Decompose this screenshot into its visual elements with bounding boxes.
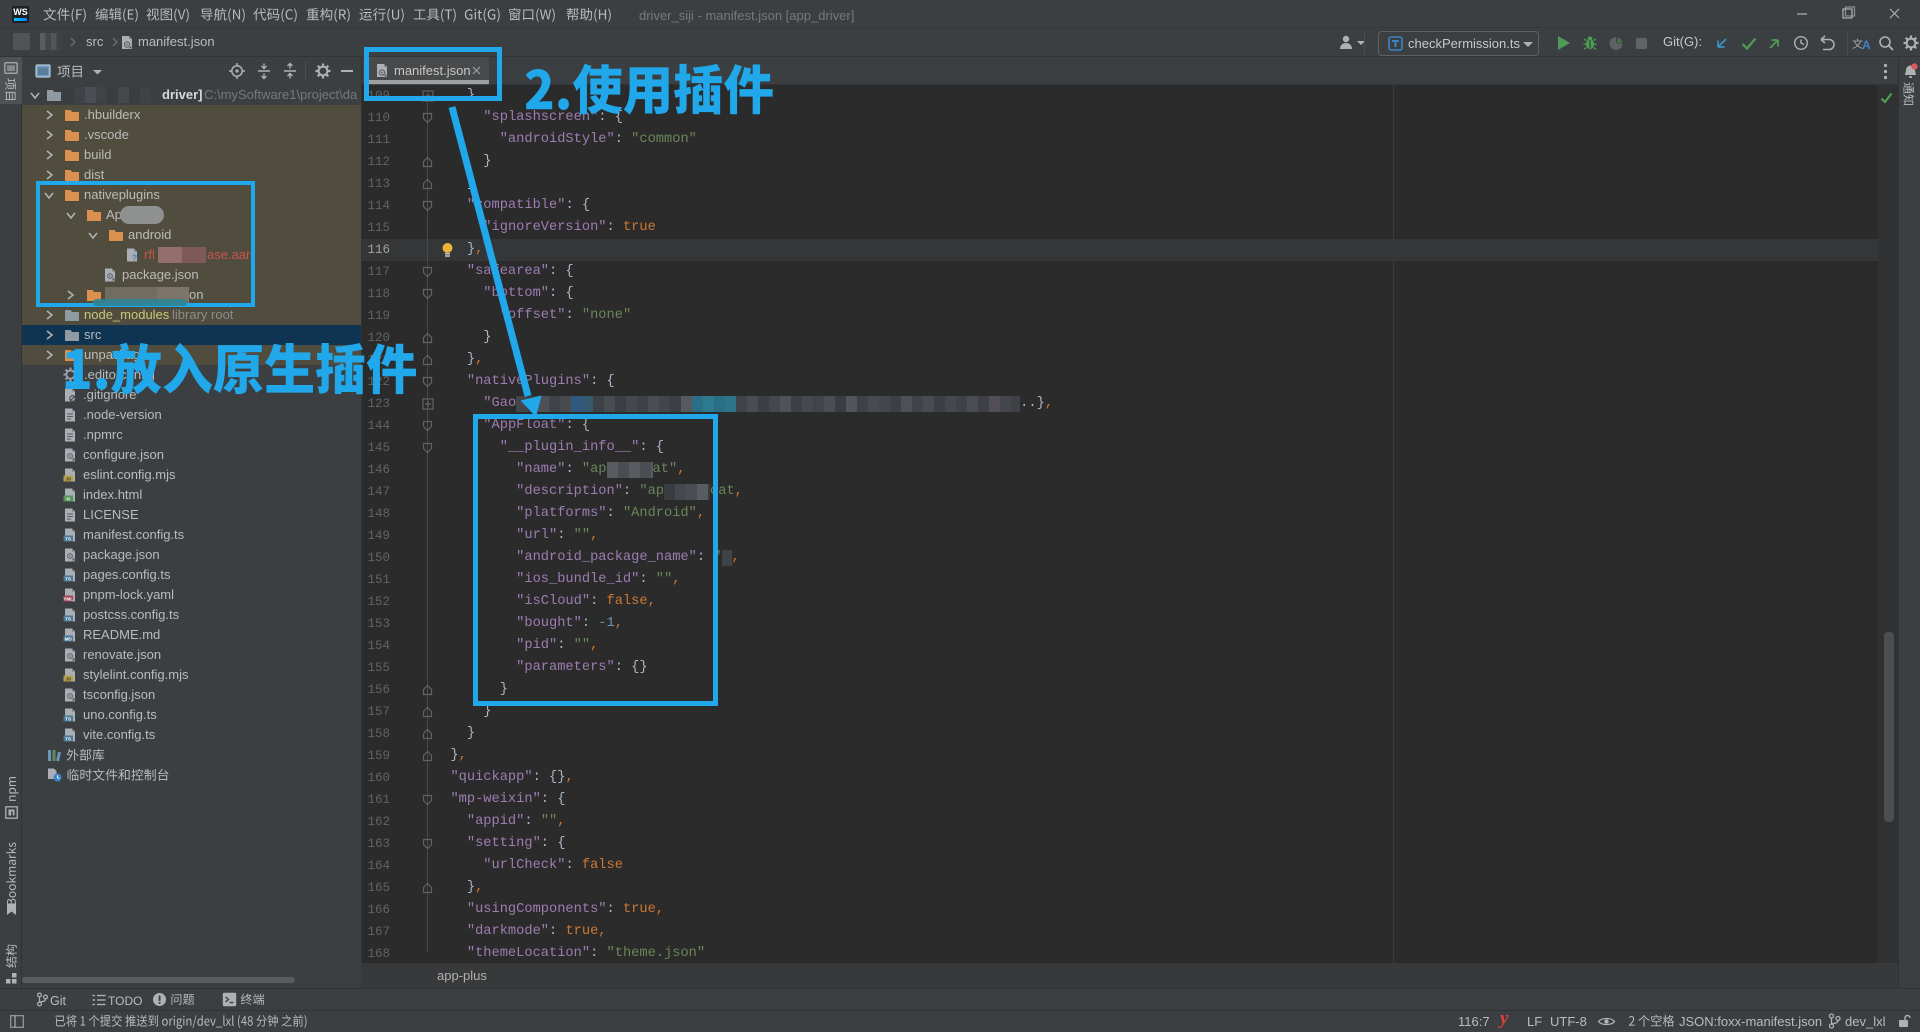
- svg-text:YML: YML: [63, 596, 73, 601]
- svg-text:MD: MD: [65, 636, 73, 641]
- svg-text:TS: TS: [65, 576, 71, 581]
- svg-text:JS: JS: [65, 476, 71, 481]
- svg-text:TS: TS: [65, 536, 71, 541]
- svg-text:TS: TS: [65, 716, 71, 721]
- svg-text:TS: TS: [65, 736, 71, 741]
- svg-text:TS: TS: [65, 616, 71, 621]
- svg-text:JS: JS: [65, 676, 71, 681]
